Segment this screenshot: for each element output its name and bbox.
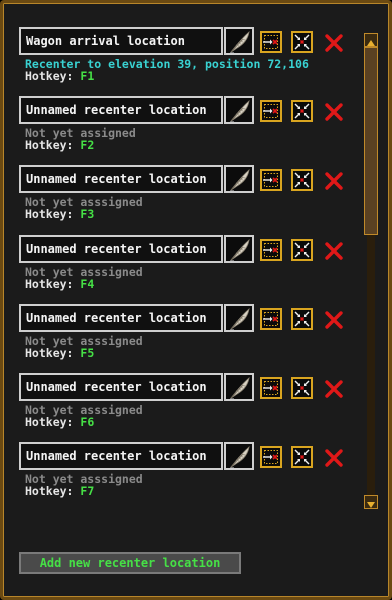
rename-button[interactable] bbox=[224, 303, 254, 332]
recenter-here-icon bbox=[263, 173, 278, 188]
recenter-here-button[interactable] bbox=[260, 100, 282, 123]
hotkey-line: Hotkey: F6 bbox=[25, 416, 94, 428]
hotkey-line: Hotkey: F7 bbox=[25, 485, 94, 497]
hotkey-label: Hotkey: bbox=[25, 484, 74, 499]
hotkey-label: Hotkey: bbox=[25, 207, 74, 222]
zoom-to-location-icon bbox=[294, 449, 310, 465]
recenter-here-icon bbox=[263, 242, 278, 257]
rename-button[interactable] bbox=[224, 234, 254, 263]
hotkey-line: Hotkey: F3 bbox=[25, 208, 94, 220]
zoom-to-location-button[interactable] bbox=[291, 100, 313, 123]
zoom-to-location-icon bbox=[294, 34, 310, 50]
hotkey-line: Hotkey: F2 bbox=[25, 139, 94, 151]
quill-icon bbox=[230, 30, 250, 54]
hotkey-label: Hotkey: bbox=[25, 69, 74, 83]
hotkey-label: Hotkey: bbox=[25, 345, 74, 360]
location-entry: Unnamed recenter location bbox=[13, 438, 357, 507]
recenter-locations-window: Wagon arrival location Recenter to eleva… bbox=[0, 0, 392, 600]
delete-x-icon bbox=[325, 172, 343, 191]
delete-location-button[interactable] bbox=[323, 447, 345, 469]
location-entry: Wagon arrival location Recenter to eleva… bbox=[13, 23, 357, 92]
zoom-to-location-button[interactable] bbox=[291, 169, 313, 192]
zoom-to-location-icon bbox=[294, 103, 310, 119]
scrollbar[interactable] bbox=[364, 33, 378, 509]
hotkey-line: Hotkey: F4 bbox=[25, 278, 94, 290]
zoom-to-location-icon bbox=[294, 172, 310, 188]
delete-location-button[interactable] bbox=[323, 170, 345, 192]
location-name-field[interactable]: Unnamed recenter location bbox=[19, 165, 223, 194]
recenter-here-icon bbox=[263, 35, 278, 49]
location-entry: Unnamed recenter location bbox=[13, 92, 357, 161]
recenter-here-icon bbox=[263, 450, 278, 465]
delete-location-button[interactable] bbox=[323, 32, 345, 54]
delete-x-icon bbox=[325, 311, 343, 329]
delete-x-icon bbox=[325, 103, 343, 121]
recenter-here-button[interactable] bbox=[260, 31, 282, 53]
zoom-to-location-button[interactable] bbox=[291, 238, 313, 261]
hotkey-value: F2 bbox=[80, 138, 95, 153]
rename-button[interactable] bbox=[224, 96, 254, 125]
scroll-up-arrow-icon[interactable] bbox=[364, 33, 378, 47]
quill-icon bbox=[230, 169, 250, 192]
recenter-location-list: Wagon arrival location Recenter to eleva… bbox=[13, 23, 357, 507]
zoom-to-location-button[interactable] bbox=[291, 446, 313, 469]
location-entry: Unnamed recenter location bbox=[13, 300, 357, 369]
recenter-here-button[interactable] bbox=[260, 169, 282, 192]
hotkey-value: F1 bbox=[80, 69, 95, 83]
location-name-field[interactable]: Unnamed recenter location bbox=[19, 234, 223, 263]
recenter-here-button[interactable] bbox=[260, 238, 282, 261]
zoom-to-location-button[interactable] bbox=[291, 31, 313, 53]
add-recenter-location-button[interactable]: Add new recenter location bbox=[19, 552, 241, 574]
hotkey-value: F7 bbox=[80, 484, 95, 499]
hotkey-value: F5 bbox=[80, 345, 95, 360]
hotkey-value: F3 bbox=[80, 207, 95, 222]
recenter-here-button[interactable] bbox=[260, 446, 282, 469]
location-name-field[interactable]: Unnamed recenter location bbox=[19, 442, 223, 471]
delete-location-button[interactable] bbox=[323, 378, 345, 400]
quill-icon bbox=[230, 376, 250, 400]
zoom-to-location-button[interactable] bbox=[291, 376, 313, 399]
zoom-to-location-button[interactable] bbox=[291, 307, 313, 330]
recenter-here-icon bbox=[263, 380, 278, 395]
rename-button[interactable] bbox=[224, 27, 254, 55]
location-name-field[interactable]: Unnamed recenter location bbox=[19, 372, 223, 401]
location-entry: Unnamed recenter location bbox=[13, 231, 357, 300]
recenter-here-button[interactable] bbox=[260, 376, 282, 399]
recenter-here-icon bbox=[263, 104, 278, 119]
scroll-thumb[interactable] bbox=[364, 47, 378, 235]
location-entry: Unnamed recenter location bbox=[13, 369, 357, 438]
zoom-to-location-icon bbox=[294, 242, 310, 258]
location-name-field[interactable]: Unnamed recenter location bbox=[19, 303, 223, 332]
quill-icon bbox=[230, 446, 250, 469]
delete-location-button[interactable] bbox=[323, 101, 345, 123]
delete-x-icon bbox=[325, 241, 343, 260]
rename-button[interactable] bbox=[224, 442, 254, 471]
delete-location-button[interactable] bbox=[323, 240, 345, 262]
rename-button[interactable] bbox=[224, 165, 254, 194]
recenter-here-button[interactable] bbox=[260, 307, 282, 330]
delete-location-button[interactable] bbox=[323, 309, 345, 331]
location-entry: Unnamed recenter location bbox=[13, 161, 357, 230]
zoom-to-location-icon bbox=[294, 311, 310, 327]
hotkey-line: Hotkey: F5 bbox=[25, 347, 94, 359]
zoom-to-location-icon bbox=[294, 380, 310, 396]
delete-x-icon bbox=[325, 34, 343, 52]
hotkey-label: Hotkey: bbox=[25, 276, 74, 291]
location-name-field[interactable]: Unnamed recenter location bbox=[19, 96, 223, 125]
quill-icon bbox=[230, 307, 250, 331]
scroll-down-arrow-icon[interactable] bbox=[364, 495, 378, 509]
recenter-here-icon bbox=[263, 311, 278, 326]
quill-icon bbox=[230, 238, 250, 262]
quill-icon bbox=[230, 100, 250, 123]
delete-x-icon bbox=[325, 380, 343, 398]
hotkey-line: Hotkey: F1 bbox=[25, 70, 94, 82]
hotkey-label: Hotkey: bbox=[25, 414, 74, 429]
rename-button[interactable] bbox=[224, 372, 254, 401]
hotkey-label: Hotkey: bbox=[25, 138, 74, 153]
hotkey-value: F4 bbox=[80, 276, 95, 291]
delete-x-icon bbox=[325, 449, 343, 467]
location-name-field[interactable]: Wagon arrival location bbox=[19, 27, 223, 55]
hotkey-value: F6 bbox=[80, 414, 95, 429]
